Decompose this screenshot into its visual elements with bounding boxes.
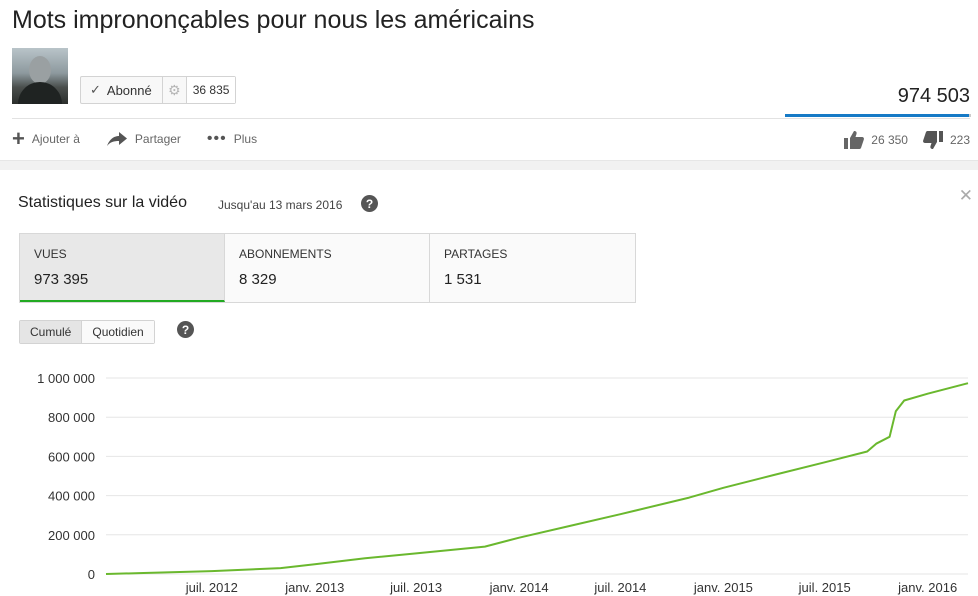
x-tick-label: juil. 2013: [389, 580, 442, 595]
metric-subscriptions[interactable]: ABONNEMENTS 8 329: [225, 234, 430, 302]
avatar-head: [29, 56, 51, 84]
metric-shares[interactable]: PARTAGES 1 531: [430, 234, 635, 302]
action-bar: + Ajouter à Partager ••• Plus: [12, 126, 283, 151]
y-tick-label: 400 000: [48, 489, 95, 504]
subscriber-count: 36 835: [186, 77, 236, 103]
divider: [12, 118, 970, 119]
x-tick-label: juil. 2014: [593, 580, 646, 595]
metric-value: 973 395: [34, 271, 89, 288]
thumbs-down-icon: [923, 131, 943, 149]
toggle-cumulative[interactable]: Cumulé: [20, 321, 83, 343]
like-dislike-group: 26 350 223: [829, 130, 970, 150]
views-series-line: [105, 382, 969, 575]
x-tick-label: janv. 2014: [489, 580, 549, 595]
video-title: Mots imprononçables pour nous les améric…: [12, 6, 535, 34]
views-line-chart: 0 200 000 400 000 600 000 800 000 1 000 000 ju…: [37, 371, 969, 595]
avatar-body: [18, 82, 62, 104]
help-icon[interactable]: ?: [361, 195, 378, 212]
x-tick-label: juil. 2015: [798, 580, 851, 595]
x-tick-label: janv. 2013: [284, 580, 344, 595]
subscribe-button[interactable]: ✓ Abonné: [81, 77, 163, 103]
share-label: Partager: [134, 132, 181, 146]
y-tick-label: 800 000: [48, 410, 95, 425]
like-count: 26 350: [871, 133, 908, 147]
metric-label: PARTAGES: [444, 247, 508, 261]
gear-icon[interactable]: ⚙: [163, 77, 187, 103]
x-tick-label: janv. 2016: [897, 580, 957, 595]
x-tick-label: janv. 2015: [693, 580, 753, 595]
add-to-button[interactable]: + Ajouter à: [12, 126, 80, 151]
y-tick-label: 600 000: [48, 449, 95, 464]
metric-value: 8 329: [239, 271, 277, 288]
subscribe-group: ✓ Abonné ⚙ 36 835: [80, 76, 237, 104]
share-arrow-icon: [106, 132, 127, 146]
metric-label: VUES: [34, 247, 67, 261]
chart-mode-toggle: Cumulé Quotidien: [19, 320, 155, 344]
y-tick-label: 200 000: [48, 528, 95, 543]
y-tick-label: 0: [88, 567, 95, 582]
share-button[interactable]: Partager: [106, 131, 181, 147]
metric-tabs: VUES 973 395 ABONNEMENTS 8 329 PARTAGES …: [19, 233, 636, 303]
more-label: Plus: [233, 132, 258, 146]
metric-label: ABONNEMENTS: [239, 247, 332, 261]
close-icon[interactable]: ✕: [959, 186, 973, 206]
stats-date: Jusqu'au 13 mars 2016: [218, 198, 343, 212]
view-count: 974 503: [897, 85, 970, 107]
dislike-button[interactable]: 223: [922, 130, 970, 150]
metric-value: 1 531: [444, 271, 482, 288]
add-to-label: Ajouter à: [31, 132, 80, 146]
stats-title: Statistiques sur la vidéo: [18, 194, 187, 211]
dots-icon: •••: [206, 130, 227, 147]
dislike-count: 223: [949, 133, 970, 147]
plus-icon: +: [12, 126, 25, 151]
y-tick-label: 1 000 000: [37, 371, 95, 386]
metric-views[interactable]: VUES 973 395: [20, 234, 225, 302]
like-ratio-fill: [785, 114, 970, 117]
subscribe-label: Abonné: [106, 82, 152, 98]
check-icon: ✓: [90, 82, 101, 97]
more-button[interactable]: ••• Plus: [207, 130, 257, 148]
channel-avatar[interactable]: [12, 48, 68, 104]
toggle-daily[interactable]: Quotidien: [82, 321, 154, 343]
like-ratio-bar: [785, 114, 971, 117]
section-separator: [0, 160, 978, 170]
like-button[interactable]: 26 350: [843, 130, 908, 150]
help-icon[interactable]: ?: [177, 321, 194, 338]
thumbs-up-icon: [844, 131, 865, 149]
x-tick-label: juil. 2012: [185, 580, 238, 595]
